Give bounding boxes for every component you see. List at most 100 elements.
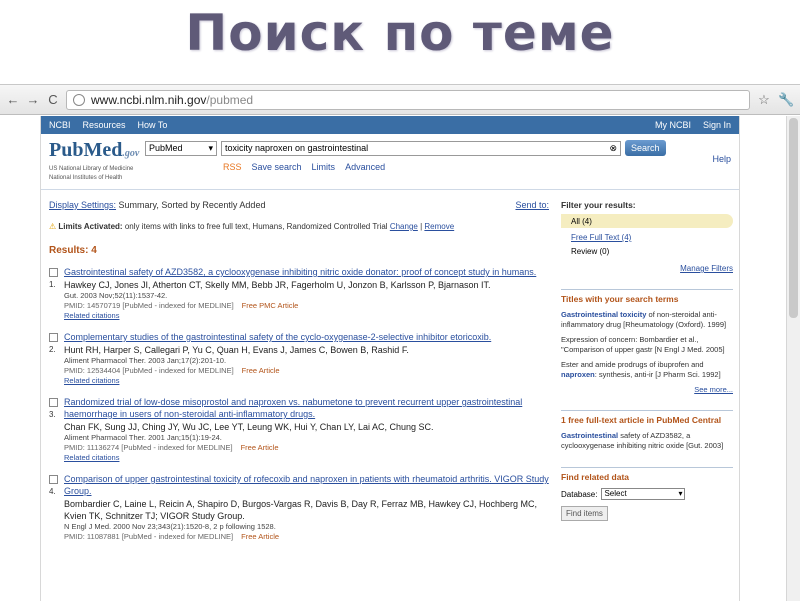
results-count: Results: 4 [49,245,97,256]
result-source: Aliment Pharmacol Ther. 2001 Jan;15(1):1… [64,433,222,442]
database-select[interactable]: PubMed ▾ [145,140,217,156]
scrollbar-thumb[interactable] [789,118,798,318]
address-bar[interactable]: www.ncbi.nlm.nih.gov/pubmed [66,89,750,110]
filter-free-full-text[interactable]: Free Full Text (4) [561,233,733,242]
reload-button[interactable]: C [46,92,60,107]
free-article-link[interactable]: Free Article [241,532,279,541]
chevron-down-icon: ▾ [678,489,683,498]
url-domain: www.ncbi.nlm.nih.gov [91,92,207,107]
titles-entry-source: [Rheumatology (Oxford). 1999] [623,320,727,329]
howto-menu[interactable]: How To [138,120,168,130]
pubmed-page: NCBI Resources How To My NCBI Sign In Pu… [40,116,740,601]
related-citations-link[interactable]: Related citations [64,376,549,386]
advanced-link[interactable]: Advanced [345,162,385,172]
warning-icon: ⚠ [49,222,57,231]
pmc-entry-source: [Gut. 2003] [686,441,724,450]
result-item: 2. Complementary studies of the gastroin… [49,331,549,386]
result-item: 3. Randomized trial of low-dose misopros… [49,396,549,463]
browser-toolbar: ← → C www.ncbi.nlm.nih.gov/pubmed ☆ 🔧 [0,85,800,115]
database-label: Database: [561,489,598,499]
free-article-link[interactable]: Free Article [242,366,280,375]
search-input[interactable]: toxicity naproxen on gastrointestinal ⊗ [221,140,621,156]
result-checkbox[interactable] [49,475,58,484]
result-pmid: PMID: 11136274 [PubMed - indexed for MED… [64,443,233,452]
related-citations-link[interactable]: Related citations [64,453,549,463]
limits-text: only items with links to free full text,… [124,222,388,231]
clear-icon[interactable]: ⊗ [609,143,617,154]
rss-link[interactable]: RSS [223,162,242,172]
send-to-link[interactable]: Send to: [515,200,549,210]
result-pmid: PMID: 11087881 [PubMed - indexed for MED… [64,532,234,541]
search-header: PubMed.gov US National Library of Medici… [41,134,739,190]
result-title[interactable]: Complementary studies of the gastrointes… [64,331,549,343]
result-title[interactable]: Comparison of upper gastrointestinal tox… [64,473,549,497]
sign-in-link[interactable]: Sign In [703,120,731,130]
titles-entry-text: : synthesis, anti-ir [594,370,654,379]
help-link[interactable]: Help [712,154,731,164]
remove-link[interactable]: Remove [424,222,454,231]
free-article-link[interactable]: Free Article [241,443,279,452]
filter-title: Filter your results: [561,200,636,210]
result-title[interactable]: Randomized trial of low-dose misoprostol… [64,396,549,420]
result-pmid: PMID: 14570719 [PubMed - indexed for MED… [64,301,234,310]
result-checkbox[interactable] [49,268,58,277]
star-icon[interactable]: ☆ [756,92,772,108]
titles-entry[interactable]: Ester and amide prodrugs of ibuprofen an… [561,360,733,380]
pmc-entry-link: Gastrointestinal [561,431,619,440]
titles-entry-text: Ester and amide prodrugs of ibuprofen an… [561,360,704,369]
see-more-link[interactable]: See more... [561,385,733,394]
ncbi-bar: NCBI Resources How To My NCBI Sign In [41,116,739,134]
filter-review[interactable]: Review (0) [561,247,733,256]
back-button[interactable]: ← [6,92,20,107]
resources-menu[interactable]: Resources [83,120,126,130]
related-database-value: Select [604,489,627,498]
result-number: 1. [49,280,56,289]
limits-activated: ⚠ Limits Activated: only items with link… [49,222,455,231]
slide-title: Поиск по теме [185,4,615,62]
filter-all[interactable]: All (4) [561,214,733,228]
pubmed-logo-text: PubMed [49,139,123,161]
related-citations-link[interactable]: Related citations [64,311,549,321]
forward-button[interactable]: → [26,92,40,107]
result-number: 2. [49,345,56,354]
search-button[interactable]: Search [625,140,666,156]
related-database-select[interactable]: Select ▾ [601,488,686,500]
titles-heading: Titles with your search terms [561,294,679,304]
result-checkbox[interactable] [49,398,58,407]
scrollbar[interactable] [786,116,800,601]
free-article-link[interactable]: Free PMC Article [242,301,299,310]
titles-entry-source: [J Pharm Sci. 1992] [655,370,721,379]
display-settings-value: Summary, Sorted by Recently Added [118,200,266,210]
pmc-box: 1 free full-text article in PubMed Centr… [561,410,733,451]
titles-entry-text: Expression of concern: Bombardier et al.… [561,335,699,344]
ncbi-logo[interactable]: NCBI [49,120,71,130]
titles-entry-text: "Comparison of upper gastr [561,345,653,354]
find-items-button[interactable]: Find items [561,506,608,521]
result-authors: Hunt RH, Harper S, Callegari P, Yu C, Qu… [64,345,409,355]
display-settings-link[interactable]: Display Settings: [49,200,116,210]
results-column: Display Settings: Summary, Sorted by Rec… [49,200,549,542]
library-line-1: US National Library of Medicine [49,166,134,172]
limits-link[interactable]: Limits [312,162,336,172]
result-item: 1. Gastrointestinal safety of AZD3582, a… [49,266,549,321]
my-ncbi-link[interactable]: My NCBI [655,120,691,130]
pmc-entry[interactable]: Gastrointestinal safety of AZD3582, a cy… [561,431,733,451]
result-number: 4. [49,487,56,496]
change-link[interactable]: Change [390,222,418,231]
save-search-link[interactable]: Save search [252,162,302,172]
pubmed-logo[interactable]: PubMed.gov US National Library of Medici… [49,139,139,182]
result-checkbox[interactable] [49,333,58,342]
titles-entry[interactable]: Gastrointestinal toxicity of non-steroid… [561,310,733,330]
result-authors: Bombardier C, Laine L, Reicin A, Shapiro… [64,499,538,521]
wrench-icon[interactable]: 🔧 [778,92,794,108]
result-number: 3. [49,410,56,419]
titles-entry[interactable]: Expression of concern: Bombardier et al.… [561,335,733,355]
search-query: toxicity naproxen on gastrointestinal [225,143,369,153]
titles-entry-source: [N Engl J Med. 2005] [654,345,725,354]
related-data-heading: Find related data [561,472,630,482]
globe-icon [73,93,85,106]
manage-filters-link[interactable]: Manage Filters [561,264,733,273]
result-title[interactable]: Gastrointestinal safety of AZD3582, a cy… [64,266,549,278]
url-path: /pubmed [206,92,254,107]
result-pmid: PMID: 12534404 [PubMed - indexed for MED… [64,366,234,375]
